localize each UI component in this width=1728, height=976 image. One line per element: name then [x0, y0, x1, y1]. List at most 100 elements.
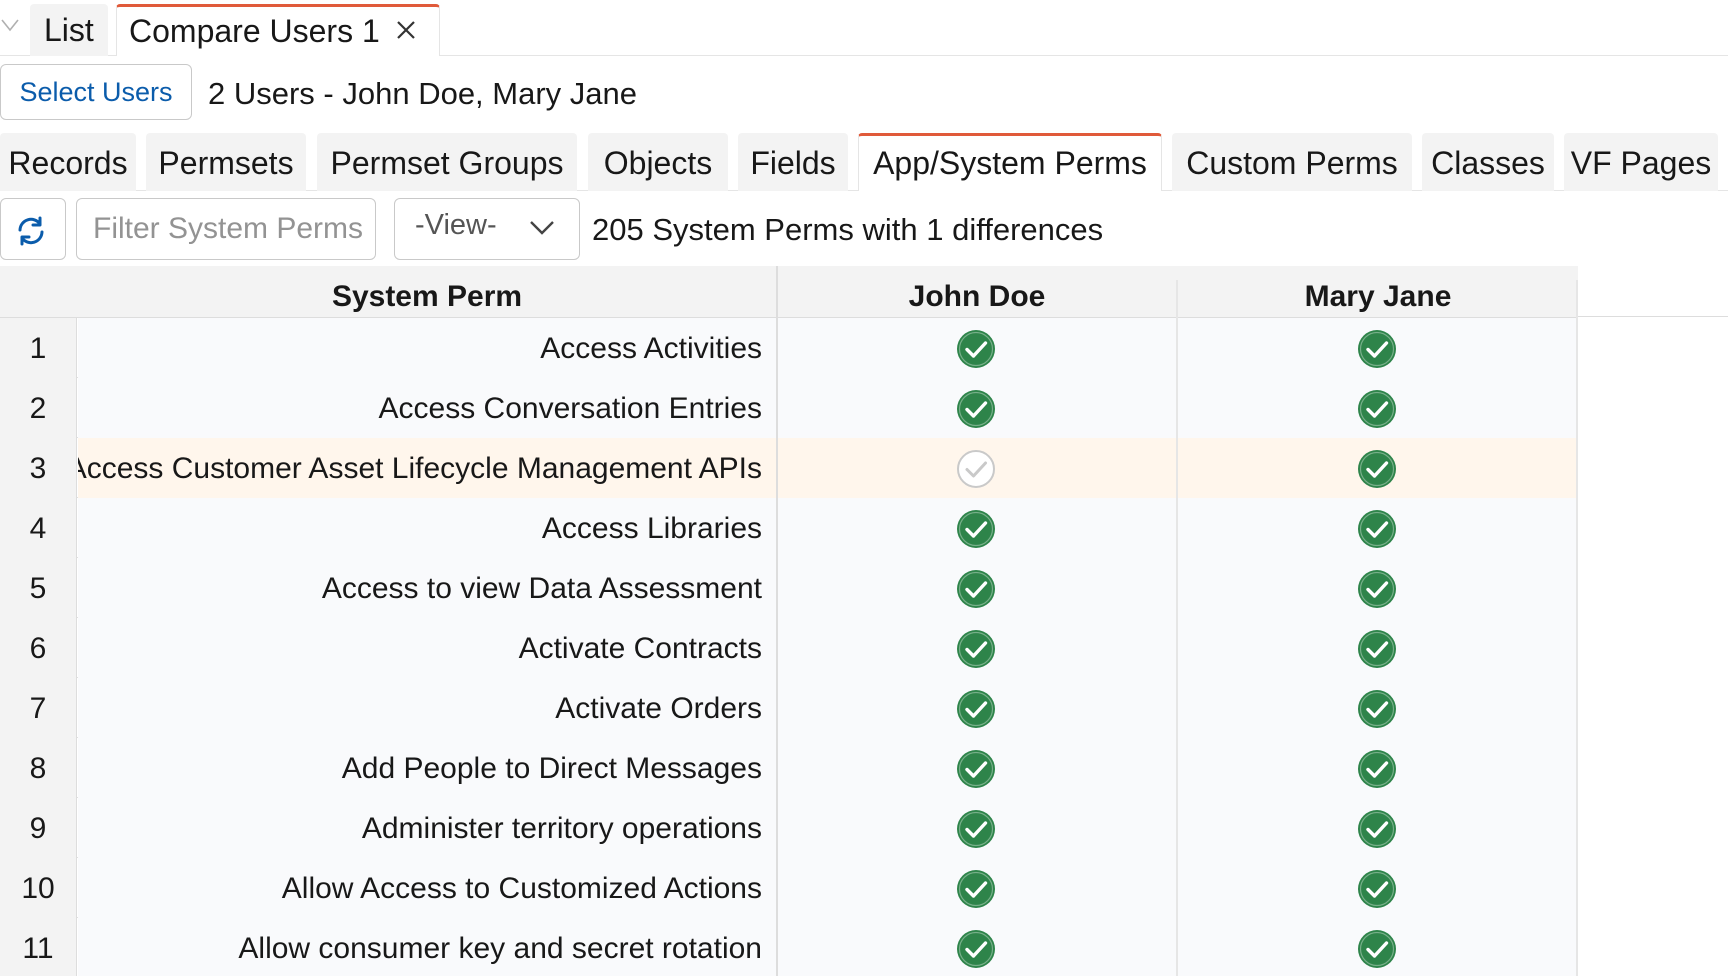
user-1-perm-cell [778, 378, 1176, 438]
check-circle-icon [1357, 569, 1397, 609]
check-circle-icon [1357, 869, 1397, 909]
column-header-user-1[interactable]: John Doe [778, 266, 1176, 318]
system-perm-name: Access Customer Asset Lifecycle Manageme… [78, 438, 776, 498]
user-2-perm-cell [1178, 738, 1576, 798]
check-circle-icon [956, 629, 996, 669]
system-perm-label: Access Customer Asset Lifecycle Manageme… [78, 452, 762, 485]
table-row[interactable]: 1 Access Activities [0, 318, 1578, 378]
check-circle-icon [1357, 389, 1397, 429]
view-select[interactable]: -View- [394, 198, 580, 260]
table-row[interactable]: 2 Access Conversation Entries [0, 378, 1578, 438]
user-2-perm-cell [1178, 558, 1576, 618]
table-row[interactable]: 6 Activate Contracts [0, 618, 1578, 678]
user-2-perm-cell [1178, 618, 1576, 678]
column-header-system-perm[interactable]: System Perm [78, 266, 776, 318]
tab-list[interactable]: List [30, 4, 108, 56]
user-2-perm-cell [1178, 378, 1576, 438]
tab-fields[interactable]: Fields [738, 133, 848, 191]
refresh-icon [18, 216, 44, 246]
refresh-button[interactable] [0, 198, 66, 260]
system-perm-label: Activate Contracts [518, 632, 762, 665]
system-perm-label: Allow Access to Customized Actions [281, 872, 762, 905]
table-row[interactable]: 3 Access Customer Asset Lifecycle Managem… [0, 438, 1578, 498]
check-circle-icon [956, 329, 996, 369]
system-perm-label: Activate Orders [555, 692, 762, 725]
system-perm-name: Access Activities [78, 318, 776, 378]
filter-system-perms-input[interactable] [76, 198, 376, 260]
check-circle-icon [956, 509, 996, 549]
top-tab-bar: List Compare Users 1 [0, 0, 1728, 56]
table-row[interactable]: 5 Access to view Data Assessment [0, 558, 1578, 618]
column-divider [776, 266, 778, 976]
system-perm-label: Add People to Direct Messages [341, 752, 762, 785]
tab-vf-pages[interactable]: VF Pages [1564, 133, 1718, 191]
user-2-perm-cell [1178, 858, 1576, 918]
system-perm-label: Access Conversation Entries [378, 392, 763, 425]
user-1-perm-cell [778, 438, 1176, 498]
row-number: 5 [0, 558, 77, 618]
system-perm-label: Access Activities [540, 332, 762, 365]
check-circle-icon [956, 749, 996, 789]
check-circle-icon [956, 869, 996, 909]
check-circle-icon [956, 809, 996, 849]
row-number: 8 [0, 738, 77, 798]
user-2-perm-cell [1178, 318, 1576, 378]
tab-classes[interactable]: Classes [1422, 133, 1554, 191]
column-header-user-2[interactable]: Mary Jane [1178, 266, 1578, 318]
tab-objects[interactable]: Objects [588, 133, 728, 191]
tab-compare-users-label: Compare Users 1 [129, 13, 380, 49]
chevron-down-icon [530, 221, 554, 235]
row-number: 2 [0, 378, 77, 438]
close-icon[interactable] [391, 15, 421, 45]
table-row[interactable]: 11 Allow consumer key and secret rotation [0, 918, 1578, 976]
system-perm-name: Allow Access to Customized Actions [78, 858, 776, 918]
tab-records[interactable]: Records [0, 133, 136, 191]
check-circle-icon [1357, 629, 1397, 669]
select-users-button[interactable]: Select Users [0, 64, 192, 120]
table-row[interactable]: 10 Allow Access to Customized Actions [0, 858, 1578, 918]
user-2-perm-cell [1178, 798, 1576, 858]
table-row[interactable]: 4 Access Libraries [0, 498, 1578, 558]
user-1-perm-cell [778, 678, 1176, 738]
user-1-perm-cell [778, 558, 1176, 618]
user-2-perm-cell [1178, 498, 1576, 558]
user-2-perm-cell [1178, 918, 1576, 976]
column-divider [1176, 280, 1178, 976]
tab-custom-perms[interactable]: Custom Perms [1172, 133, 1412, 191]
tab-permset-groups[interactable]: Permset Groups [317, 133, 577, 191]
selected-users-summary: 2 Users - John Doe, Mary Jane [208, 76, 638, 111]
user-1-perm-cell [778, 918, 1176, 976]
check-circle-icon [1357, 689, 1397, 729]
check-circle-icon [1357, 329, 1397, 369]
table-row[interactable]: 7 Activate Orders [0, 678, 1578, 738]
tab-compare-users[interactable]: Compare Users 1 [116, 4, 440, 56]
user-1-perm-cell [778, 738, 1176, 798]
user-1-perm-cell [778, 858, 1176, 918]
header-divider [1578, 316, 1728, 317]
system-perm-name: Allow consumer key and secret rotation [78, 918, 776, 976]
user-1-perm-cell [778, 498, 1176, 558]
tab-app-system-perms[interactable]: App/System Perms [858, 133, 1162, 191]
system-perm-name: Access to view Data Assessment [78, 558, 776, 618]
check-circle-icon [956, 389, 996, 429]
column-divider [1576, 280, 1578, 976]
row-number: 9 [0, 798, 77, 858]
chevron-down-icon[interactable] [0, 14, 20, 34]
system-perm-label: Access to view Data Assessment [321, 572, 762, 605]
tab-permsets[interactable]: Permsets [146, 133, 306, 191]
table-row[interactable]: 8 Add People to Direct Messages [0, 738, 1578, 798]
user-1-perm-cell [778, 798, 1176, 858]
row-number: 4 [0, 498, 77, 558]
check-circle-icon [956, 569, 996, 609]
row-number: 11 [0, 918, 77, 976]
system-perm-name: Access Libraries [78, 498, 776, 558]
system-perm-label: Administer territory operations [361, 812, 762, 845]
row-number: 3 [0, 438, 77, 498]
check-circle-icon [1357, 449, 1397, 489]
sub-tab-bar: Records Permsets Permset Groups Objects … [0, 133, 1728, 191]
system-perm-label: Allow consumer key and secret rotation [238, 932, 762, 965]
user-1-perm-cell [778, 318, 1176, 378]
table-row[interactable]: 9 Administer territory operations [0, 798, 1578, 858]
check-circle-icon [1357, 929, 1397, 969]
row-number: 6 [0, 618, 77, 678]
